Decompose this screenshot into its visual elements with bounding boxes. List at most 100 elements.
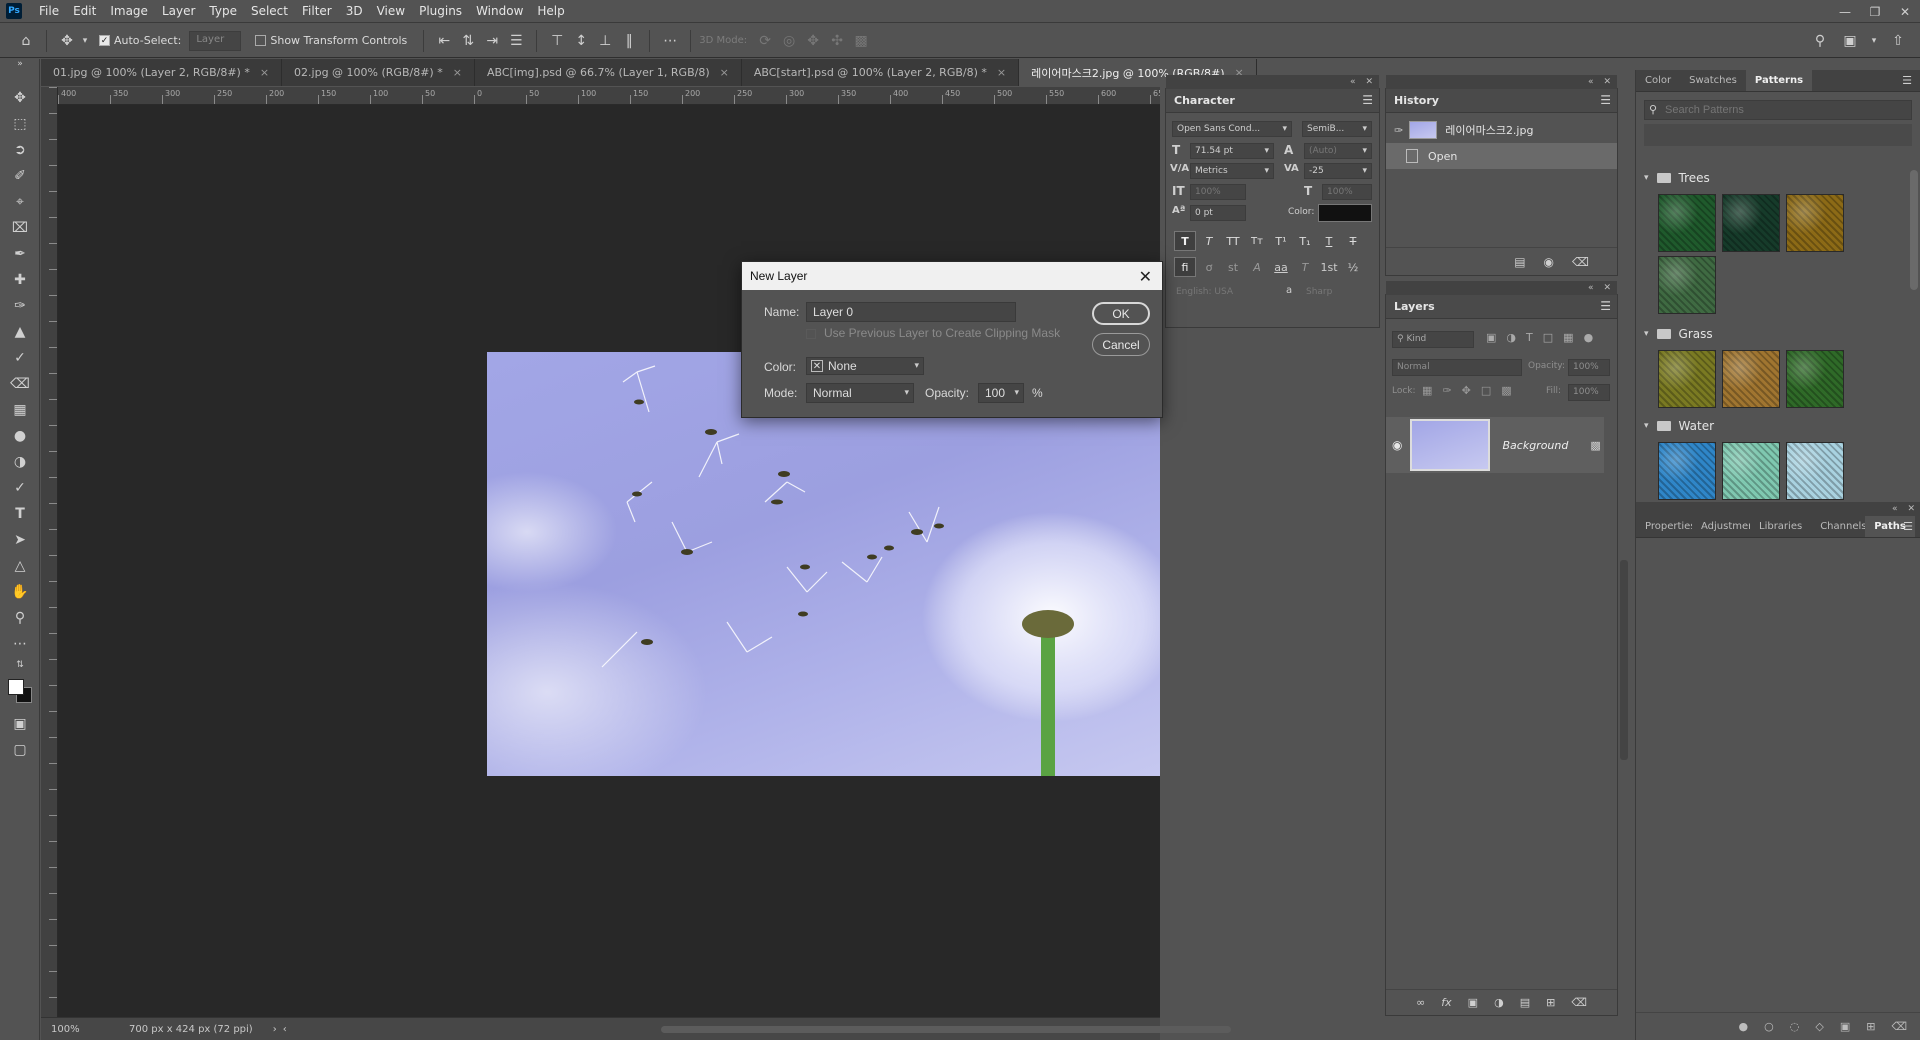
add-mask-icon[interactable]: ▣ xyxy=(1468,996,1478,1009)
panel-menu-icon[interactable]: ☰ xyxy=(1600,299,1611,313)
menu-image[interactable]: Image xyxy=(103,0,155,23)
pattern-swatch[interactable] xyxy=(1658,256,1716,314)
tab-libraries[interactable]: Libraries xyxy=(1750,516,1811,537)
close-tab-icon[interactable]: × xyxy=(453,66,462,79)
clipping-mask-checkbox[interactable] xyxy=(806,329,816,339)
close-panel-icon[interactable]: ✕ xyxy=(1603,283,1611,293)
restore-icon[interactable]: ❐ xyxy=(1860,0,1890,23)
menu-file[interactable]: File xyxy=(32,0,66,23)
baseline-shift-field[interactable]: 0 pt xyxy=(1190,205,1246,221)
menu-filter[interactable]: Filter xyxy=(295,0,339,23)
pen-tool-icon[interactable]: ✓ xyxy=(8,477,32,499)
camera-icon[interactable]: ◉ xyxy=(1544,255,1554,269)
collapse-panel-icon[interactable]: « xyxy=(1588,77,1594,87)
close-window-icon[interactable]: ✕ xyxy=(1890,0,1920,23)
pattern-swatch[interactable] xyxy=(1786,194,1844,252)
lock-icon[interactable]: ▩ xyxy=(1590,439,1600,452)
zoom-level[interactable]: 100% xyxy=(51,1024,111,1035)
blend-mode-select[interactable]: Normal ▾ xyxy=(806,383,914,403)
small-caps-icon[interactable]: Tт xyxy=(1246,231,1268,251)
underline-icon[interactable]: T xyxy=(1318,231,1340,251)
pattern-swatch[interactable] xyxy=(1786,350,1844,408)
history-brush-source-icon[interactable]: ✑ xyxy=(1394,124,1403,137)
align-left-icon[interactable]: ⇤ xyxy=(432,29,456,53)
search-icon[interactable]: ⚲ xyxy=(1808,29,1832,53)
chevron-left-icon[interactable]: ‹ xyxy=(283,1024,287,1035)
tab-swatches[interactable]: Swatches xyxy=(1680,70,1746,91)
chevron-down-icon[interactable]: ▾ xyxy=(1644,173,1649,183)
tab-patterns[interactable]: Patterns xyxy=(1745,70,1813,91)
stylistic-alternates-icon[interactable]: A xyxy=(1246,257,1268,277)
new-layer-icon[interactable]: ⊞ xyxy=(1546,996,1555,1009)
history-tab[interactable]: History xyxy=(1394,94,1439,107)
subscript-icon[interactable]: T₁ xyxy=(1294,231,1316,251)
clone-stamp-tool-icon[interactable]: ▲ xyxy=(8,321,32,343)
old-style-icon[interactable]: ơ xyxy=(1198,257,1220,277)
fill-path-icon[interactable]: ● xyxy=(1739,1020,1749,1033)
lock-all-icon[interactable]: ▩ xyxy=(1501,384,1511,397)
strikethrough-icon[interactable]: T xyxy=(1342,231,1364,251)
type-filter-icon[interactable]: T xyxy=(1526,331,1533,344)
horizontal-scrollbar[interactable] xyxy=(661,1026,1231,1033)
layers-tab[interactable]: Layers xyxy=(1394,300,1435,313)
horizontal-scale-field[interactable]: 100% xyxy=(1322,184,1372,200)
distribute-icon[interactable]: ☰ xyxy=(504,29,528,53)
contextual-icon[interactable]: T xyxy=(1294,257,1316,277)
trash-icon[interactable]: ⌫ xyxy=(1571,996,1587,1009)
3d-roll-icon[interactable]: ◎ xyxy=(777,29,801,53)
doc-tab[interactable]: 02.jpg @ 100% (RGB/8#) * × xyxy=(282,59,475,86)
pattern-group-grass[interactable]: ▾ Grass xyxy=(1636,322,1713,346)
close-panel-icon[interactable]: ✕ xyxy=(1907,504,1915,514)
hand-tool-icon[interactable]: ✋ xyxy=(8,581,32,603)
menu-edit[interactable]: Edit xyxy=(66,0,103,23)
close-panel-icon[interactable]: ✕ xyxy=(1603,77,1611,87)
opacity-field[interactable]: 100 ▾ xyxy=(978,383,1024,403)
auto-select-checkbox[interactable]: ✓ Auto-Select: xyxy=(99,34,189,47)
ordinals-icon[interactable]: 1st xyxy=(1318,257,1340,277)
panel-menu-icon[interactable]: ☰ xyxy=(1903,520,1913,533)
checkbox-checked-icon[interactable]: ✓ xyxy=(99,35,110,46)
chevron-down-icon[interactable]: ▾ xyxy=(1644,329,1649,339)
antialias-dropdown[interactable]: Sharp xyxy=(1302,285,1372,301)
doc-tab[interactable]: ABC[start].psd @ 100% (Layer 2, RGB/8) *… xyxy=(741,59,1020,86)
close-tab-icon[interactable]: × xyxy=(720,66,729,79)
marquee-tool-icon[interactable]: ⬚ xyxy=(8,113,32,135)
menu-layer[interactable]: Layer xyxy=(155,0,202,23)
align-center-icon[interactable]: ⇅ xyxy=(456,29,480,53)
shape-filter-icon[interactable]: □ xyxy=(1543,331,1553,344)
ok-button[interactable]: OK xyxy=(1092,302,1150,325)
text-color-swatch[interactable] xyxy=(1318,204,1372,222)
layer-opacity-field[interactable]: 100% xyxy=(1568,359,1610,376)
layer-filter-dropdown[interactable]: ⚲ Kind xyxy=(1392,331,1474,348)
pattern-swatch[interactable] xyxy=(1658,442,1716,500)
faux-italic-icon[interactable]: T xyxy=(1198,231,1220,251)
titling-alternates-icon[interactable]: aa xyxy=(1270,257,1292,277)
stroke-path-icon[interactable]: ○ xyxy=(1764,1020,1774,1033)
new-group-icon[interactable]: ▤ xyxy=(1520,996,1530,1009)
fractions-icon[interactable]: ½ xyxy=(1342,257,1364,277)
3d-orbit-icon[interactable]: ⟳ xyxy=(753,29,777,53)
collapse-panel-icon[interactable]: « xyxy=(1350,77,1356,87)
layer-name[interactable]: Background xyxy=(1502,439,1568,452)
chevron-down-icon[interactable]: ▾ xyxy=(79,29,91,53)
gradient-tool-icon[interactable]: ▦ xyxy=(8,399,32,421)
align-right-icon[interactable]: ⇥ xyxy=(480,29,504,53)
tab-channels[interactable]: Channels xyxy=(1811,516,1865,537)
move-tool-icon[interactable]: ✥ xyxy=(8,87,32,109)
align-top-icon[interactable]: ⊤ xyxy=(545,29,569,53)
character-tab[interactable]: Character xyxy=(1174,94,1235,107)
pattern-swatch[interactable] xyxy=(1722,194,1780,252)
pattern-swatch[interactable] xyxy=(1786,442,1844,500)
layers-scrollbar[interactable] xyxy=(1620,560,1628,760)
history-step[interactable]: Open xyxy=(1386,143,1617,169)
tab-color[interactable]: Color xyxy=(1636,70,1680,91)
menu-plugins[interactable]: Plugins xyxy=(412,0,469,23)
document-info[interactable]: 700 px x 424 px (72 ppi) xyxy=(129,1024,253,1035)
frame-tool-icon[interactable]: ⌧ xyxy=(8,217,32,239)
panel-menu-icon[interactable]: ☰ xyxy=(1600,93,1611,107)
swash-icon[interactable]: st xyxy=(1222,257,1244,277)
minimize-icon[interactable]: — xyxy=(1830,0,1860,23)
blend-mode-dropdown[interactable]: Normal xyxy=(1392,359,1522,376)
link-layers-icon[interactable]: ∞ xyxy=(1416,996,1425,1009)
shape-tool-icon[interactable]: △ xyxy=(8,555,32,577)
